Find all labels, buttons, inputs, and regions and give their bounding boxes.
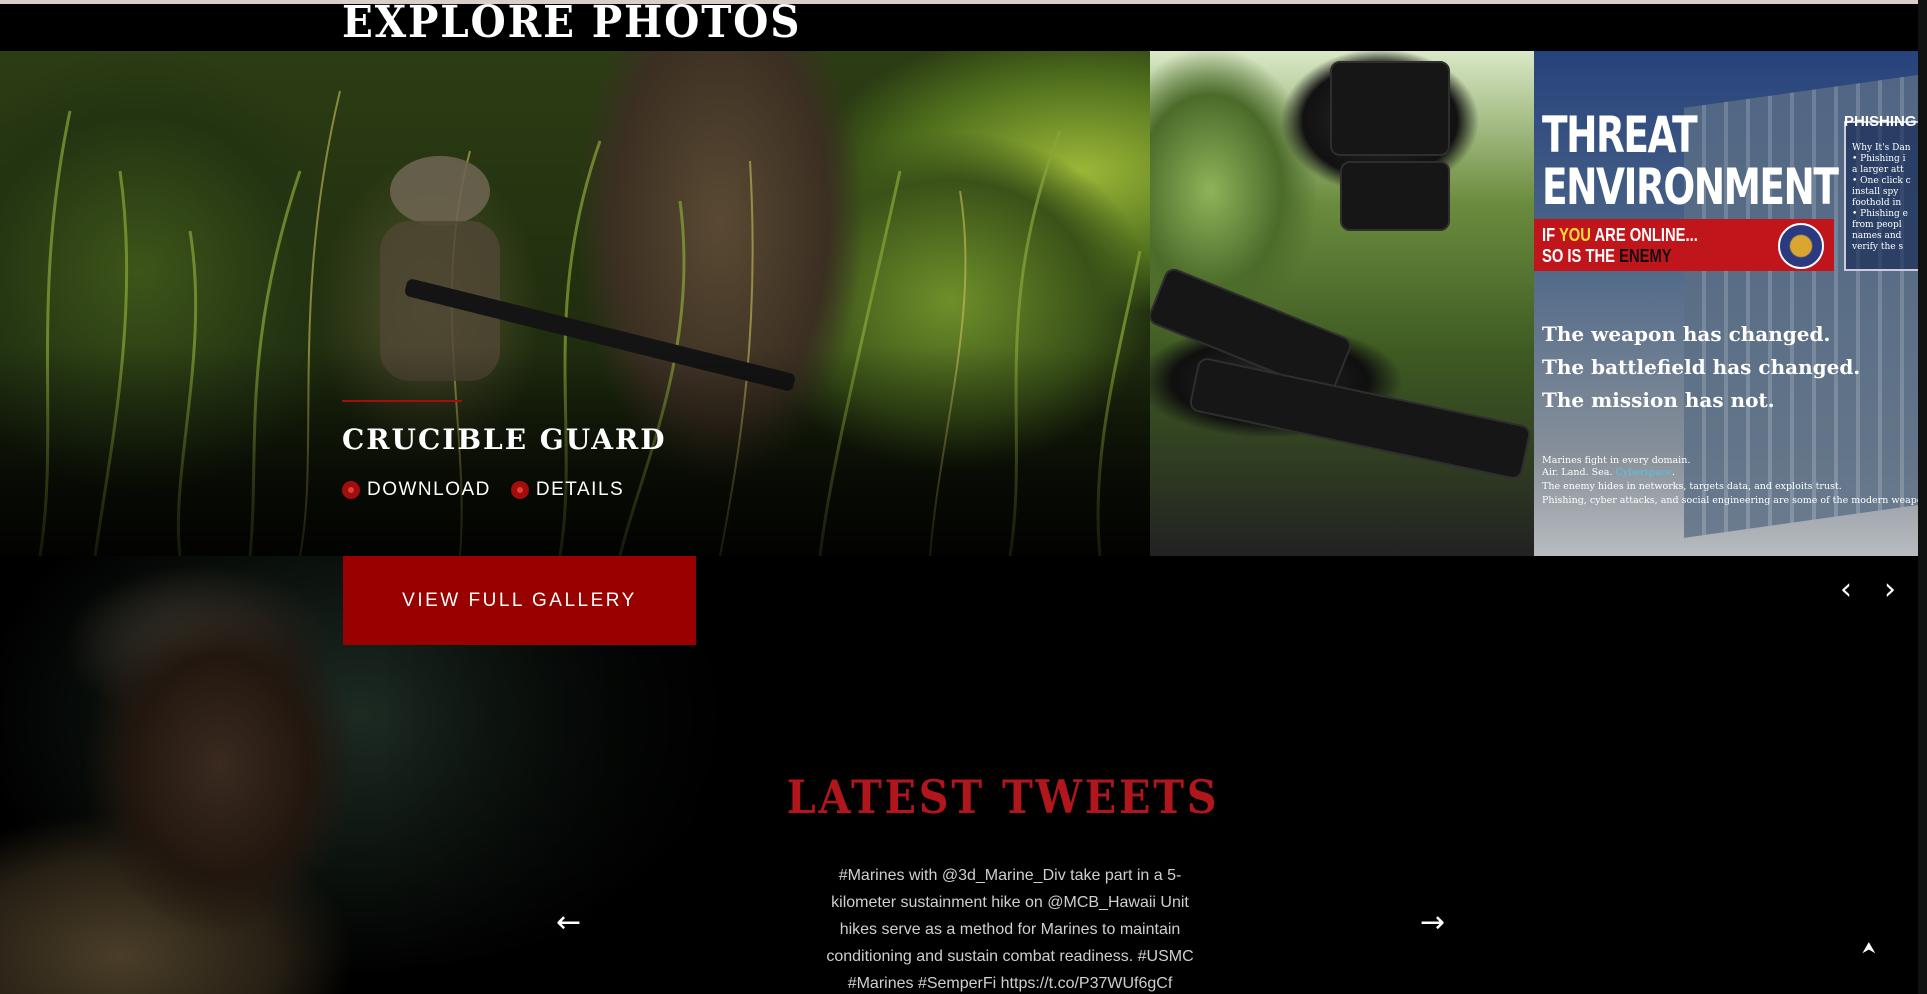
view-full-gallery-button[interactable]: VIEW FULL GALLERY xyxy=(343,556,696,645)
details-label: DETAILS xyxy=(535,479,625,500)
phishing-line: install spy xyxy=(1852,187,1899,197)
weapon-line-3: The mission has not. xyxy=(1542,388,1775,412)
band-you: YOU xyxy=(1558,225,1591,245)
carousel-prev-icon[interactable]: ‹ xyxy=(1831,575,1861,605)
phishing-line: Why It's Dan xyxy=(1852,143,1911,153)
download-link[interactable]: DOWNLOAD xyxy=(342,479,491,501)
band-line-1: IF YOU ARE ONLINE... xyxy=(1542,225,1698,246)
photo-carousel[interactable]: CRUCIBLE GUARD DOWNLOAD DETAILS THREAT E… xyxy=(0,51,1918,556)
weapon-line-1: The weapon has changed. xyxy=(1542,322,1831,346)
explore-photos-title: EXPLORE PHOTOS xyxy=(342,0,802,48)
page-scrollbar[interactable] xyxy=(1918,0,1927,994)
weapon-line-2: The battlefield has changed. xyxy=(1542,355,1861,379)
tweet-next-icon[interactable]: → xyxy=(1420,905,1445,940)
phishing-line: a larger att xyxy=(1852,165,1904,175)
tweet-text: #Marines with @3d_Marine_Div take part i… xyxy=(826,867,1194,992)
footnote-1: Marines fight in every domain. xyxy=(1542,455,1691,466)
weapon-statement: The weapon has changed. The battlefield … xyxy=(1542,318,1860,417)
phishing-line: verify the s xyxy=(1852,242,1904,252)
threat-headline: THREAT ENVIRONMENT xyxy=(1542,106,1839,216)
night-vision-graphic xyxy=(1330,61,1450,156)
rifle-barrel-graphic xyxy=(1187,356,1533,481)
photo-actions: DOWNLOAD DETAILS xyxy=(342,479,624,501)
goggle-graphic xyxy=(1340,161,1450,231)
band-if: IF xyxy=(1542,225,1559,245)
graphic-footnotes: Marines fight in every domain. Air. Land… xyxy=(1542,455,1918,509)
phishing-line: • Phishing e xyxy=(1852,209,1908,219)
details-icon xyxy=(510,481,529,499)
phishing-line: • Phishing i xyxy=(1852,154,1906,164)
footnote-2c: . xyxy=(1671,467,1675,478)
latest-tweets-title: LATEST TWEETS xyxy=(786,770,1220,824)
phishing-line: • One click c xyxy=(1852,176,1911,186)
threat-headline-line-1: THREAT xyxy=(1542,106,1698,164)
band-online: ARE ONLINE... xyxy=(1590,225,1698,245)
band-so-is-the: SO IS THE xyxy=(1542,246,1620,266)
phishing-heading: PHISHING xyxy=(1844,113,1917,130)
seal-icon xyxy=(1778,223,1824,269)
photo-caption-title: CRUCIBLE GUARD xyxy=(342,423,667,456)
footnote-4: Phishing, cyber attacks, and social engi… xyxy=(1542,495,1918,506)
footnote-2a: Air. Land. Sea. xyxy=(1542,467,1616,478)
phishing-line: foothold in xyxy=(1852,198,1902,208)
band-enemy: ENEMY xyxy=(1619,246,1672,266)
footnote-3: The enemy hides in networks, targets dat… xyxy=(1542,481,1842,492)
phishing-list: Why It's Dan • Phishing i a larger att •… xyxy=(1852,143,1911,253)
top-border xyxy=(0,0,1927,4)
threat-headline-line-2: ENVIRONMENT xyxy=(1542,158,1839,216)
phishing-line: names and xyxy=(1852,231,1902,241)
details-link[interactable]: DETAILS xyxy=(510,479,625,501)
carousel-next-icon[interactable]: › xyxy=(1875,575,1905,605)
featured-photo[interactable]: CRUCIBLE GUARD DOWNLOAD DETAILS xyxy=(0,51,1150,556)
caption-rule xyxy=(342,400,462,402)
footnote-cyberspace: Cyberspace xyxy=(1615,467,1672,478)
photo-slide-weapon[interactable] xyxy=(1146,51,1534,556)
threat-environment-graphic[interactable]: THREAT ENVIRONMENT IF YOU ARE ONLINE... … xyxy=(1534,51,1918,556)
scroll-to-top-icon[interactable]: ⮝ xyxy=(1862,938,1876,958)
footnote-2: Air. Land. Sea. Cyberspace. xyxy=(1542,467,1918,479)
tweet-prev-icon[interactable]: ← xyxy=(556,905,581,940)
download-icon xyxy=(342,481,360,499)
phishing-line: from peopl xyxy=(1852,220,1902,230)
band-line-2: SO IS THE ENEMY xyxy=(1542,246,1672,267)
download-label: DOWNLOAD xyxy=(367,479,491,500)
